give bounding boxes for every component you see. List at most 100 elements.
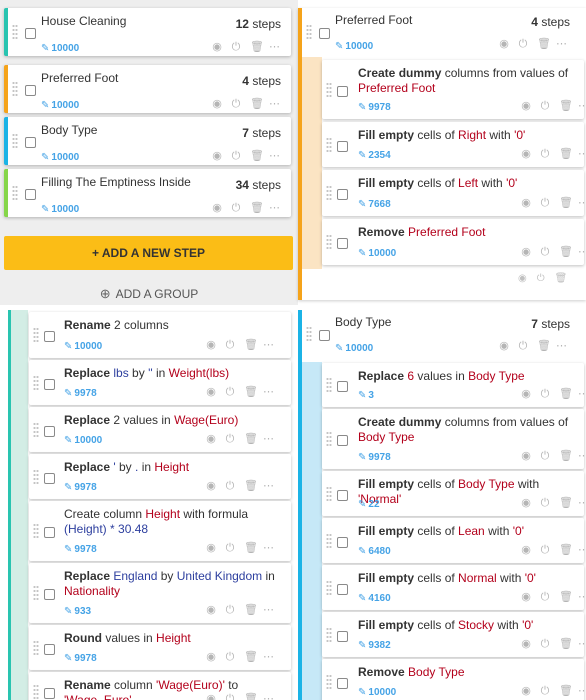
more-icon[interactable]: ⋯ [269, 41, 280, 53]
more-icon[interactable]: ⋯ [578, 544, 586, 556]
step-checkbox[interactable] [44, 472, 55, 484]
power-icon[interactable]: ⏻ [231, 98, 241, 110]
more-icon[interactable]: ⋯ [269, 98, 280, 110]
trash-icon[interactable]: 🗑 [244, 339, 258, 351]
step-card[interactable]: Round values in Height ✎ 9978 ◉ ⏻ 🗑 ⋯ [29, 625, 291, 670]
step-card[interactable]: Create dummy columns from values of Body… [322, 409, 586, 469]
more-icon[interactable]: ⋯ [578, 246, 586, 258]
eye-icon[interactable]: ◉ [499, 38, 509, 50]
more-icon[interactable]: ⋯ [269, 150, 280, 162]
eye-icon[interactable]: ◉ [521, 197, 531, 209]
power-icon[interactable]: ⏻ [540, 148, 550, 160]
power-icon[interactable]: ⏻ [518, 38, 528, 50]
more-icon[interactable]: ⋯ [263, 604, 274, 616]
trash-icon[interactable]: 🗑 [559, 638, 573, 650]
power-icon[interactable]: ⏻ [231, 150, 241, 162]
step-card[interactable]: Create column Height with formula (Heigh… [29, 501, 291, 561]
step-card[interactable]: Remove Body Type ✎10000 ◉ ⏻ 🗑 ⋯ [322, 659, 586, 700]
add-new-step-button[interactable]: + ADD A NEW STEP [4, 236, 293, 270]
eye-icon[interactable]: ◉ [521, 246, 531, 258]
power-icon[interactable]: ⏻ [225, 542, 235, 554]
drag-handle-icon[interactable] [326, 136, 332, 153]
eye-icon[interactable]: ◉ [206, 651, 216, 663]
eye-icon[interactable]: ◉ [521, 450, 531, 462]
step-checkbox[interactable] [44, 378, 55, 390]
pipeline-checkbox[interactable] [25, 137, 36, 148]
step-checkbox[interactable] [44, 527, 55, 538]
step-card[interactable]: Fill empty cells of Lean with '0' ✎ 6480 ◉ ⏻… [322, 518, 586, 563]
eye-icon[interactable]: ◉ [206, 339, 216, 351]
step-checkbox[interactable] [44, 688, 55, 699]
pipeline-card[interactable]: Filling The Emptiness Inside 34 steps ✎ 100… [4, 169, 291, 217]
eye-icon[interactable]: ◉ [521, 148, 531, 160]
drag-handle-icon[interactable] [33, 374, 39, 391]
drag-handle-icon[interactable] [326, 673, 332, 690]
trash-icon[interactable]: 🗑 [559, 497, 573, 509]
eye-icon[interactable]: ◉ [206, 604, 216, 616]
power-icon[interactable]: ⏻ [225, 433, 235, 445]
more-icon[interactable]: ⋯ [556, 38, 567, 50]
step-checkbox[interactable] [337, 630, 348, 642]
step-checkbox[interactable] [337, 677, 348, 689]
power-icon[interactable]: ⏻ [225, 693, 235, 700]
trash-icon[interactable]: 🗑 [559, 591, 573, 603]
eye-icon[interactable]: ◉ [206, 693, 216, 700]
step-card[interactable]: Fill empty cells of Left with '0' ✎ 7668 ◉ ⏻… [322, 170, 586, 216]
trash-icon[interactable]: 🗑 [244, 542, 258, 554]
step-checkbox[interactable] [44, 589, 55, 600]
drag-handle-icon[interactable] [12, 185, 18, 201]
step-checkbox[interactable] [44, 643, 55, 655]
drag-handle-icon[interactable] [33, 327, 39, 343]
drag-handle-icon[interactable] [326, 377, 332, 393]
pipeline-card[interactable]: Body Type 7 steps ✎ 10000 ◉ ⏻ 🗑 ⋯ [4, 117, 291, 165]
drag-handle-icon[interactable] [326, 579, 332, 596]
drag-handle-icon[interactable] [326, 185, 332, 201]
more-icon[interactable]: ⋯ [263, 651, 274, 663]
power-icon[interactable]: ⏻ [540, 388, 550, 400]
power-icon[interactable]: ⏻ [225, 339, 235, 351]
power-icon[interactable]: ⏻ [231, 202, 241, 214]
eye-icon[interactable]: ◉ [499, 340, 509, 352]
more-icon[interactable]: ⋯ [263, 693, 274, 700]
drag-handle-icon[interactable] [33, 639, 39, 656]
eye-icon[interactable]: ◉ [521, 591, 531, 603]
step-checkbox[interactable] [337, 381, 348, 392]
step-card[interactable]: Fill empty cells of Stocky with '0' ✎ 9382… [322, 612, 586, 657]
pipeline-card[interactable]: House Cleaning 12 steps ✎ 10000 ◉ ⏻ 🗑 ⋯ [4, 8, 291, 56]
step-card[interactable]: Replace 6 values in Body Type ✎3 ◉ ⏻ 🗑 ⋯ [322, 363, 586, 407]
trash-icon[interactable]: 🗑 [244, 604, 258, 616]
more-icon[interactable]: ⋯ [556, 340, 567, 352]
drag-handle-icon[interactable] [33, 468, 39, 485]
drag-handle-icon[interactable] [326, 81, 332, 98]
drag-handle-icon[interactable] [12, 81, 18, 97]
power-icon[interactable]: ⏻ [540, 497, 550, 509]
more-icon[interactable]: ⋯ [578, 148, 586, 160]
drag-handle-icon[interactable] [33, 684, 39, 700]
drag-handle-icon[interactable] [33, 421, 39, 438]
eye-icon[interactable]: ◉ [521, 638, 531, 650]
more-icon[interactable]: ⋯ [263, 480, 274, 492]
trash-icon[interactable]: 🗑 [250, 98, 264, 110]
pipeline-checkbox[interactable] [25, 189, 36, 200]
eye-icon[interactable]: ◉ [521, 685, 531, 697]
step-checkbox[interactable] [337, 489, 348, 501]
step-card[interactable]: Replace 2 values in Wage(Euro) ✎ 10000 ◉ ⏻ 🗑 ⋯ [29, 407, 291, 452]
eye-icon[interactable]: ◉ [212, 98, 222, 110]
trash-icon[interactable]: 🗑 [244, 651, 258, 663]
drag-handle-icon[interactable] [33, 585, 39, 601]
drag-handle-icon[interactable] [12, 133, 18, 149]
pipeline-card[interactable]: Preferred Foot 4 steps ✎ 10000 ◉ ⏻ 🗑 ⋯ [4, 65, 291, 113]
step-checkbox[interactable] [337, 140, 348, 152]
pipeline-checkbox[interactable] [319, 28, 330, 39]
drag-handle-icon[interactable] [326, 431, 332, 447]
step-card[interactable]: Fill empty cells of Body Type with 'Norm… [322, 471, 586, 516]
step-checkbox[interactable] [337, 583, 348, 595]
step-checkbox[interactable] [337, 536, 348, 548]
power-icon[interactable]: ⏻ [540, 544, 550, 556]
eye-icon[interactable]: ◉ [521, 100, 531, 112]
power-icon[interactable]: ⏻ [225, 604, 235, 616]
step-checkbox[interactable] [337, 189, 348, 200]
more-icon[interactable]: ⋯ [578, 638, 586, 650]
trash-icon[interactable]: 🗑 [537, 38, 551, 50]
pipeline-checkbox[interactable] [25, 85, 36, 96]
